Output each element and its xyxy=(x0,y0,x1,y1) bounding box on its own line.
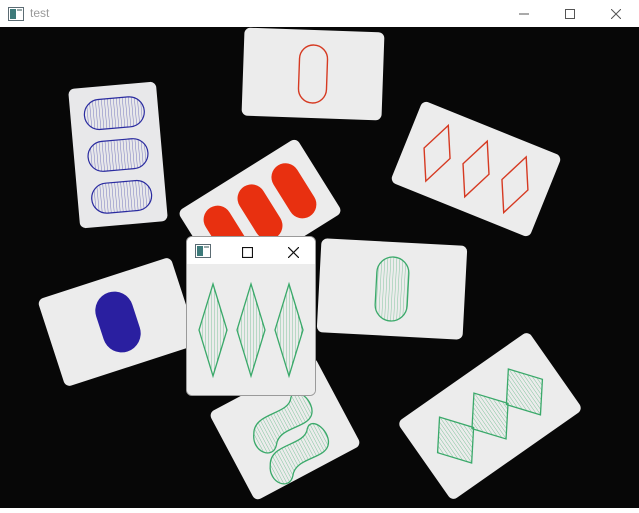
maximize-icon xyxy=(241,246,254,259)
window-title: test xyxy=(30,6,50,20)
maximize-button[interactable] xyxy=(547,0,593,27)
popup-maximize-button[interactable] xyxy=(241,245,254,263)
minimize-icon xyxy=(519,13,529,14)
card-1-red-oval[interactable] xyxy=(241,27,385,121)
cards-layer xyxy=(37,27,583,501)
window-titlebar[interactable]: test xyxy=(0,0,639,27)
card-3-red-diamonds[interactable] xyxy=(390,100,562,238)
close-button[interactable] xyxy=(593,0,639,27)
popup-card-image xyxy=(187,264,315,395)
image-canvas xyxy=(0,27,639,508)
card-3-green-diamonds[interactable] xyxy=(397,331,583,501)
card-1-green-oval[interactable] xyxy=(316,238,468,340)
close-icon xyxy=(287,246,300,259)
app-window-icon xyxy=(195,244,211,263)
card-3-green-diamonds-crop xyxy=(198,281,304,379)
minimize-button[interactable] xyxy=(501,0,547,27)
popup-titlebar[interactable] xyxy=(187,237,315,264)
popup-close-button[interactable] xyxy=(287,245,300,263)
card-1-purple-oval[interactable] xyxy=(37,257,199,388)
maximize-icon xyxy=(565,8,575,19)
popup-window[interactable] xyxy=(186,236,316,396)
app-window-icon xyxy=(8,6,24,22)
card-3-purple-ovals[interactable] xyxy=(68,81,168,229)
close-icon xyxy=(611,8,621,19)
